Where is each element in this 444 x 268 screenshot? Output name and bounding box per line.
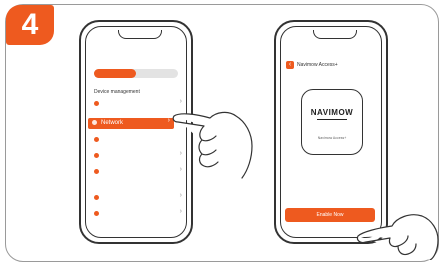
progress-bar (94, 69, 178, 78)
brand-underline (317, 119, 347, 120)
instruction-illustration: 4 Device management › Network › › › › › … (0, 0, 444, 268)
device-label: Navimow Access+ (317, 136, 347, 140)
chevron-right-icon: › (179, 192, 182, 199)
chevron-left-icon: ‹ (288, 61, 292, 68)
menu-item-dot-icon (92, 120, 97, 125)
menu-item-dot-icon (94, 195, 99, 200)
chevron-right-icon: › (179, 208, 182, 215)
menu-item-dot-icon (94, 137, 99, 142)
progress-bar-fill (94, 69, 136, 78)
pointing-hand-icon (172, 111, 253, 179)
phone-notch (313, 30, 357, 39)
menu-item-network[interactable]: Network › (88, 117, 174, 129)
pointing-hand-icon (356, 214, 439, 260)
step-number-badge: 4 (6, 5, 54, 45)
menu-item-dot-icon (94, 153, 99, 158)
section-title: Device management (94, 89, 140, 95)
menu-item-dot-icon (94, 169, 99, 174)
brand-logo: NAVIMOW (310, 108, 354, 117)
phone-notch (118, 30, 162, 39)
menu-item-network-label: Network (101, 120, 124, 126)
page-title: Navimow Access+ (297, 62, 338, 68)
menu-item[interactable]: › (94, 192, 182, 203)
device-card: NAVIMOW Navimow Access+ (301, 89, 363, 155)
menu-item-dot-icon (94, 101, 99, 106)
back-button[interactable]: ‹ (286, 61, 294, 69)
menu-item[interactable]: › (94, 208, 182, 219)
menu-item-dot-icon (94, 211, 99, 216)
